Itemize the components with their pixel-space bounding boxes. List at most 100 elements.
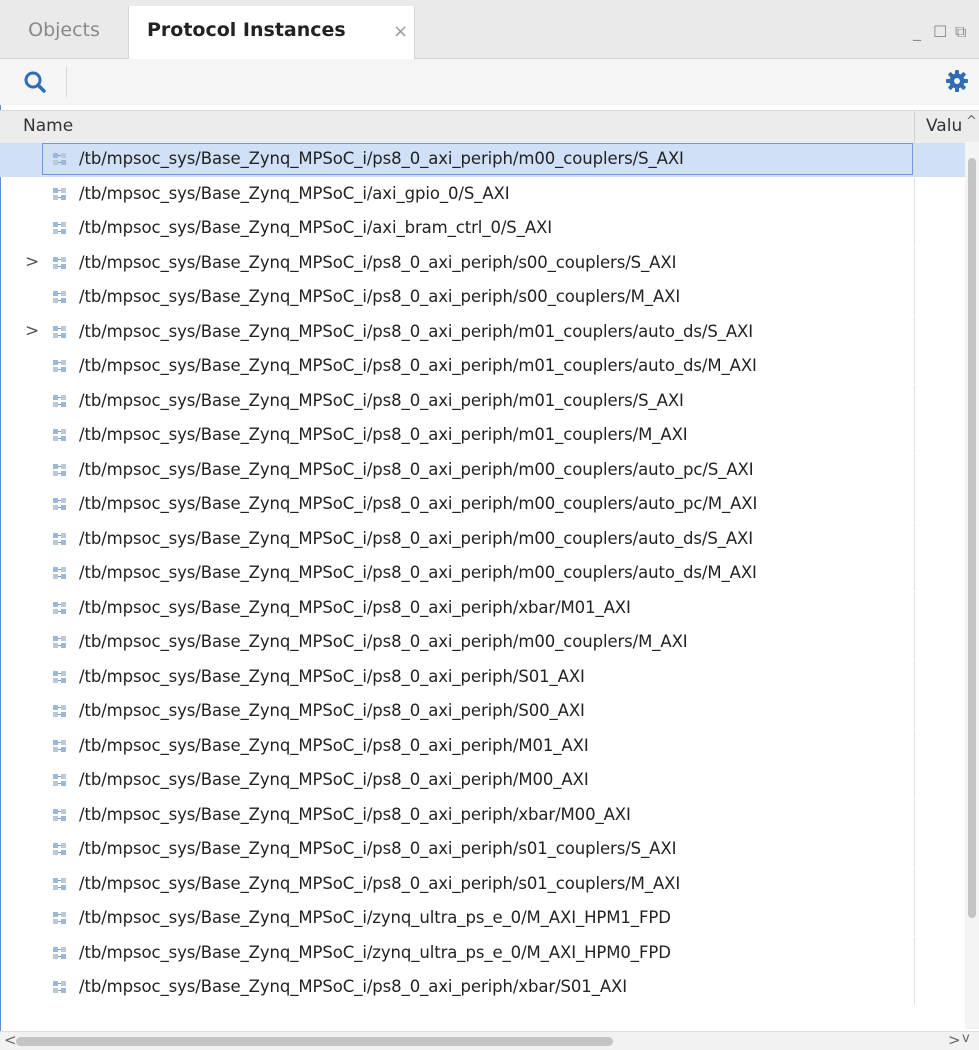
scroll-right-arrow-icon[interactable]: > xyxy=(948,1031,961,1049)
protocol-instance-icon xyxy=(53,912,66,924)
protocol-instance-icon xyxy=(53,188,66,200)
protocol-instance-icon xyxy=(53,947,66,959)
table-row[interactable]: /tb/mpsoc_sys/Base_Zynq_MPSoC_i/ps8_0_ax… xyxy=(0,764,965,798)
table-row[interactable]: /tb/mpsoc_sys/Base_Zynq_MPSoC_i/zynq_ult… xyxy=(0,902,965,936)
maximize-icon[interactable]: ☐ xyxy=(933,22,947,41)
table-header: Name Valu xyxy=(0,110,979,144)
search-icon[interactable] xyxy=(22,69,48,95)
value-cell-divider xyxy=(914,833,915,867)
scroll-down-arrow-icon[interactable]: v xyxy=(962,1031,970,1046)
protocol-instance-icon xyxy=(53,636,66,648)
table-row[interactable]: /tb/mpsoc_sys/Base_Zynq_MPSoC_i/ps8_0_ax… xyxy=(0,695,965,729)
row-path-label: /tb/mpsoc_sys/Base_Zynq_MPSoC_i/ps8_0_ax… xyxy=(79,598,631,617)
table-row[interactable]: /tb/mpsoc_sys/Base_Zynq_MPSoC_i/ps8_0_ax… xyxy=(0,730,965,764)
table-row[interactable]: /tb/mpsoc_sys/Base_Zynq_MPSoC_i/ps8_0_ax… xyxy=(0,523,965,557)
table-row[interactable]: /tb/mpsoc_sys/Base_Zynq_MPSoC_i/ps8_0_ax… xyxy=(0,868,965,902)
value-cell-divider xyxy=(914,695,915,729)
table-row[interactable]: /tb/mpsoc_sys/Base_Zynq_MPSoC_i/ps8_0_ax… xyxy=(0,385,965,419)
table-row[interactable]: /tb/mpsoc_sys/Base_Zynq_MPSoC_i/axi_bram… xyxy=(0,212,965,246)
value-cell-divider xyxy=(914,626,915,660)
table-row[interactable]: /tb/mpsoc_sys/Base_Zynq_MPSoC_i/ps8_0_ax… xyxy=(0,454,965,488)
row-path-label: /tb/mpsoc_sys/Base_Zynq_MPSoC_i/ps8_0_ax… xyxy=(79,149,684,168)
value-cell-divider xyxy=(914,385,915,419)
row-path-label: /tb/mpsoc_sys/Base_Zynq_MPSoC_i/ps8_0_ax… xyxy=(79,770,589,789)
value-cell-divider xyxy=(914,488,915,522)
protocol-instance-icon xyxy=(53,257,66,269)
toolbar xyxy=(0,59,979,105)
protocol-instance-icon xyxy=(53,705,66,717)
value-cell-divider xyxy=(914,730,915,764)
table-row[interactable]: /tb/mpsoc_sys/Base_Zynq_MPSoC_i/axi_gpio… xyxy=(0,178,965,212)
row-path-label: /tb/mpsoc_sys/Base_Zynq_MPSoC_i/ps8_0_ax… xyxy=(79,460,754,479)
protocol-instance-icon xyxy=(53,878,66,890)
restore-icon[interactable]: ⧉ xyxy=(955,22,966,42)
row-path-label: /tb/mpsoc_sys/Base_Zynq_MPSoC_i/ps8_0_ax… xyxy=(79,356,757,375)
value-cell-divider xyxy=(914,419,915,453)
tab-protocol-instances-label: Protocol Instances xyxy=(147,19,346,41)
table-row[interactable]: /tb/mpsoc_sys/Base_Zynq_MPSoC_i/ps8_0_ax… xyxy=(0,419,965,453)
value-cell-divider xyxy=(914,764,915,798)
value-cell-divider xyxy=(914,799,915,833)
protocol-instance-icon xyxy=(53,809,66,821)
horizontal-scroll-thumb[interactable] xyxy=(16,1037,613,1046)
table-row[interactable]: /tb/mpsoc_sys/Base_Zynq_MPSoC_i/ps8_0_ax… xyxy=(0,592,965,626)
protocol-instance-icon xyxy=(53,567,66,579)
table-row[interactable]: /tb/mpsoc_sys/Base_Zynq_MPSoC_i/ps8_0_ax… xyxy=(0,350,965,384)
row-path-label: /tb/mpsoc_sys/Base_Zynq_MPSoC_i/ps8_0_ax… xyxy=(79,839,677,858)
row-path-label: /tb/mpsoc_sys/Base_Zynq_MPSoC_i/ps8_0_ax… xyxy=(79,425,688,444)
value-cell-divider xyxy=(914,178,915,212)
expand-chevron-icon[interactable]: > xyxy=(25,321,39,341)
expand-chevron-icon[interactable]: > xyxy=(25,252,39,272)
column-header-value[interactable]: Valu xyxy=(926,116,962,136)
table-row[interactable]: /tb/mpsoc_sys/Base_Zynq_MPSoC_i/ps8_0_ax… xyxy=(0,488,965,522)
toolbar-separator xyxy=(66,67,67,97)
vertical-scroll-thumb[interactable] xyxy=(968,158,976,918)
row-path-label: /tb/mpsoc_sys/Base_Zynq_MPSoC_i/ps8_0_ax… xyxy=(79,494,758,513)
protocol-instance-icon xyxy=(53,429,66,441)
close-tab-icon[interactable]: × xyxy=(393,8,408,56)
tab-objects[interactable]: Objects xyxy=(0,6,129,58)
protocol-instance-icon xyxy=(53,498,66,510)
table-row[interactable]: /tb/mpsoc_sys/Base_Zynq_MPSoC_i/ps8_0_ax… xyxy=(0,143,965,177)
protocol-instance-icon xyxy=(53,222,66,234)
table-row[interactable]: /tb/mpsoc_sys/Base_Zynq_MPSoC_i/zynq_ult… xyxy=(0,937,965,971)
protocol-instance-icon xyxy=(53,774,66,786)
row-path-label: /tb/mpsoc_sys/Base_Zynq_MPSoC_i/ps8_0_ax… xyxy=(79,667,585,686)
horizontal-scrollbar[interactable]: < > v xyxy=(0,1031,979,1050)
row-path-label: /tb/mpsoc_sys/Base_Zynq_MPSoC_i/axi_bram… xyxy=(79,218,552,237)
value-cell-divider xyxy=(914,902,915,936)
table-row[interactable]: /tb/mpsoc_sys/Base_Zynq_MPSoC_i/ps8_0_ax… xyxy=(0,281,965,315)
vertical-scrollbar[interactable]: ^ xyxy=(965,114,979,1029)
value-cell-divider xyxy=(914,350,915,384)
protocol-instance-icon xyxy=(53,981,66,993)
column-divider[interactable] xyxy=(914,111,915,143)
row-path-label: /tb/mpsoc_sys/Base_Zynq_MPSoC_i/ps8_0_ax… xyxy=(79,805,631,824)
protocol-instance-icon xyxy=(53,843,66,855)
tab-bar: Objects Protocol Instances × _ ☐ ⧉ xyxy=(0,0,979,59)
table-row[interactable]: /tb/mpsoc_sys/Base_Zynq_MPSoC_i/ps8_0_ax… xyxy=(0,557,965,591)
row-path-label: /tb/mpsoc_sys/Base_Zynq_MPSoC_i/ps8_0_ax… xyxy=(79,874,681,893)
tab-protocol-instances[interactable]: Protocol Instances × xyxy=(129,6,415,59)
protocol-instance-icon xyxy=(53,291,66,303)
column-header-name[interactable]: Name xyxy=(23,116,73,136)
table-row[interactable]: /tb/mpsoc_sys/Base_Zynq_MPSoC_i/ps8_0_ax… xyxy=(0,626,965,660)
row-path-label: /tb/mpsoc_sys/Base_Zynq_MPSoC_i/ps8_0_ax… xyxy=(79,701,585,720)
table-row[interactable]: /tb/mpsoc_sys/Base_Zynq_MPSoC_i/ps8_0_ax… xyxy=(0,833,965,867)
gear-icon[interactable] xyxy=(944,68,970,94)
table-row[interactable]: > /tb/mpsoc_sys/Base_Zynq_MPSoC_i/ps8_0_a… xyxy=(0,316,965,350)
value-cell-divider xyxy=(914,247,915,281)
protocol-instance-icon xyxy=(53,671,66,683)
table-row[interactable]: > /tb/mpsoc_sys/Base_Zynq_MPSoC_i/ps8_0_a… xyxy=(0,247,965,281)
row-path-label: /tb/mpsoc_sys/Base_Zynq_MPSoC_i/ps8_0_ax… xyxy=(79,529,754,548)
value-cell-divider xyxy=(914,316,915,350)
scroll-left-arrow-icon[interactable]: < xyxy=(4,1031,17,1049)
table-row[interactable]: /tb/mpsoc_sys/Base_Zynq_MPSoC_i/ps8_0_ax… xyxy=(0,661,965,695)
scroll-up-arrow-icon[interactable]: ^ xyxy=(966,114,977,129)
minimize-icon[interactable]: _ xyxy=(913,22,921,41)
row-path-label: /tb/mpsoc_sys/Base_Zynq_MPSoC_i/ps8_0_ax… xyxy=(79,632,688,651)
table-row[interactable]: /tb/mpsoc_sys/Base_Zynq_MPSoC_i/ps8_0_ax… xyxy=(0,799,965,833)
table-row[interactable]: /tb/mpsoc_sys/Base_Zynq_MPSoC_i/ps8_0_ax… xyxy=(0,971,965,1005)
protocol-instance-icon xyxy=(53,153,66,165)
row-path-label: /tb/mpsoc_sys/Base_Zynq_MPSoC_i/ps8_0_ax… xyxy=(79,736,589,755)
protocol-instance-icon xyxy=(53,602,66,614)
